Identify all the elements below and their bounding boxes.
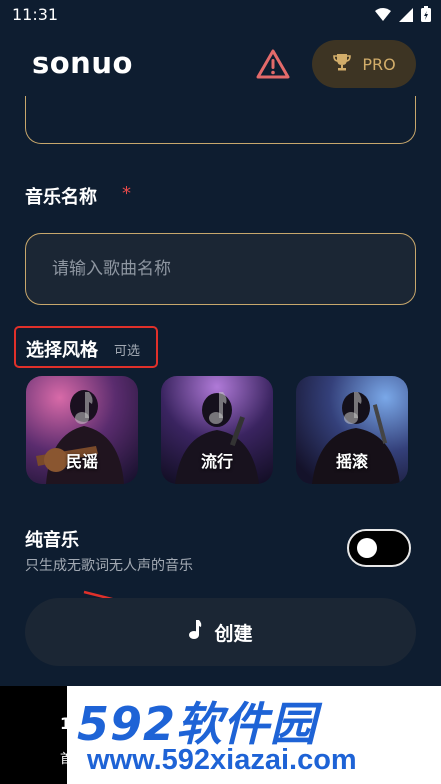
- style-label: 摇滚: [335, 452, 368, 471]
- required-mark: *: [122, 183, 131, 204]
- battery-icon: [421, 6, 431, 26]
- style-section-title: 选择风格: [26, 340, 98, 361]
- style-optional-tag: 可选: [114, 344, 141, 359]
- trophy-icon: [332, 52, 352, 76]
- music-name-input[interactable]: [25, 233, 416, 305]
- status-icons: [375, 6, 431, 26]
- watermark: 592软件园 www.592xiazai.com: [67, 686, 441, 784]
- status-bar: 11:31: [0, 0, 441, 30]
- wifi-icon: [375, 7, 391, 26]
- style-card-pop[interactable]: 流行: [161, 376, 273, 484]
- create-button[interactable]: 创建: [25, 598, 416, 666]
- music-note-icon: [341, 392, 363, 430]
- pure-music-toggle[interactable]: [347, 529, 411, 567]
- style-label: 流行: [200, 452, 233, 471]
- style-card-folk[interactable]: 民谣: [26, 376, 138, 484]
- pure-music-description: 只生成无歌词无人声的音乐: [25, 558, 193, 574]
- signal-icon: [399, 7, 413, 26]
- music-note-icon: [206, 392, 228, 430]
- warning-button[interactable]: [256, 48, 290, 80]
- music-note-icon: [188, 620, 202, 644]
- pure-music-title: 纯音乐: [25, 530, 79, 551]
- music-note-icon: [72, 392, 94, 430]
- watermark-url: www.592xiazai.com: [87, 744, 357, 776]
- pro-button[interactable]: PRO: [312, 40, 416, 88]
- music-name-label: 音乐名称: [25, 187, 97, 208]
- create-label: 创建: [214, 622, 253, 645]
- pro-label: PRO: [362, 54, 396, 74]
- app-header: sonuo PRO: [0, 34, 441, 96]
- status-time: 11:31: [12, 5, 59, 24]
- app-title: sonuo: [32, 46, 133, 80]
- toggle-knob: [357, 538, 377, 558]
- previous-text-field[interactable]: [25, 96, 416, 144]
- style-card-rock[interactable]: 摇滚: [296, 376, 408, 484]
- style-section-header: 选择风格 可选: [14, 326, 158, 368]
- style-label: 民谣: [65, 452, 98, 471]
- warning-icon: [256, 49, 290, 84]
